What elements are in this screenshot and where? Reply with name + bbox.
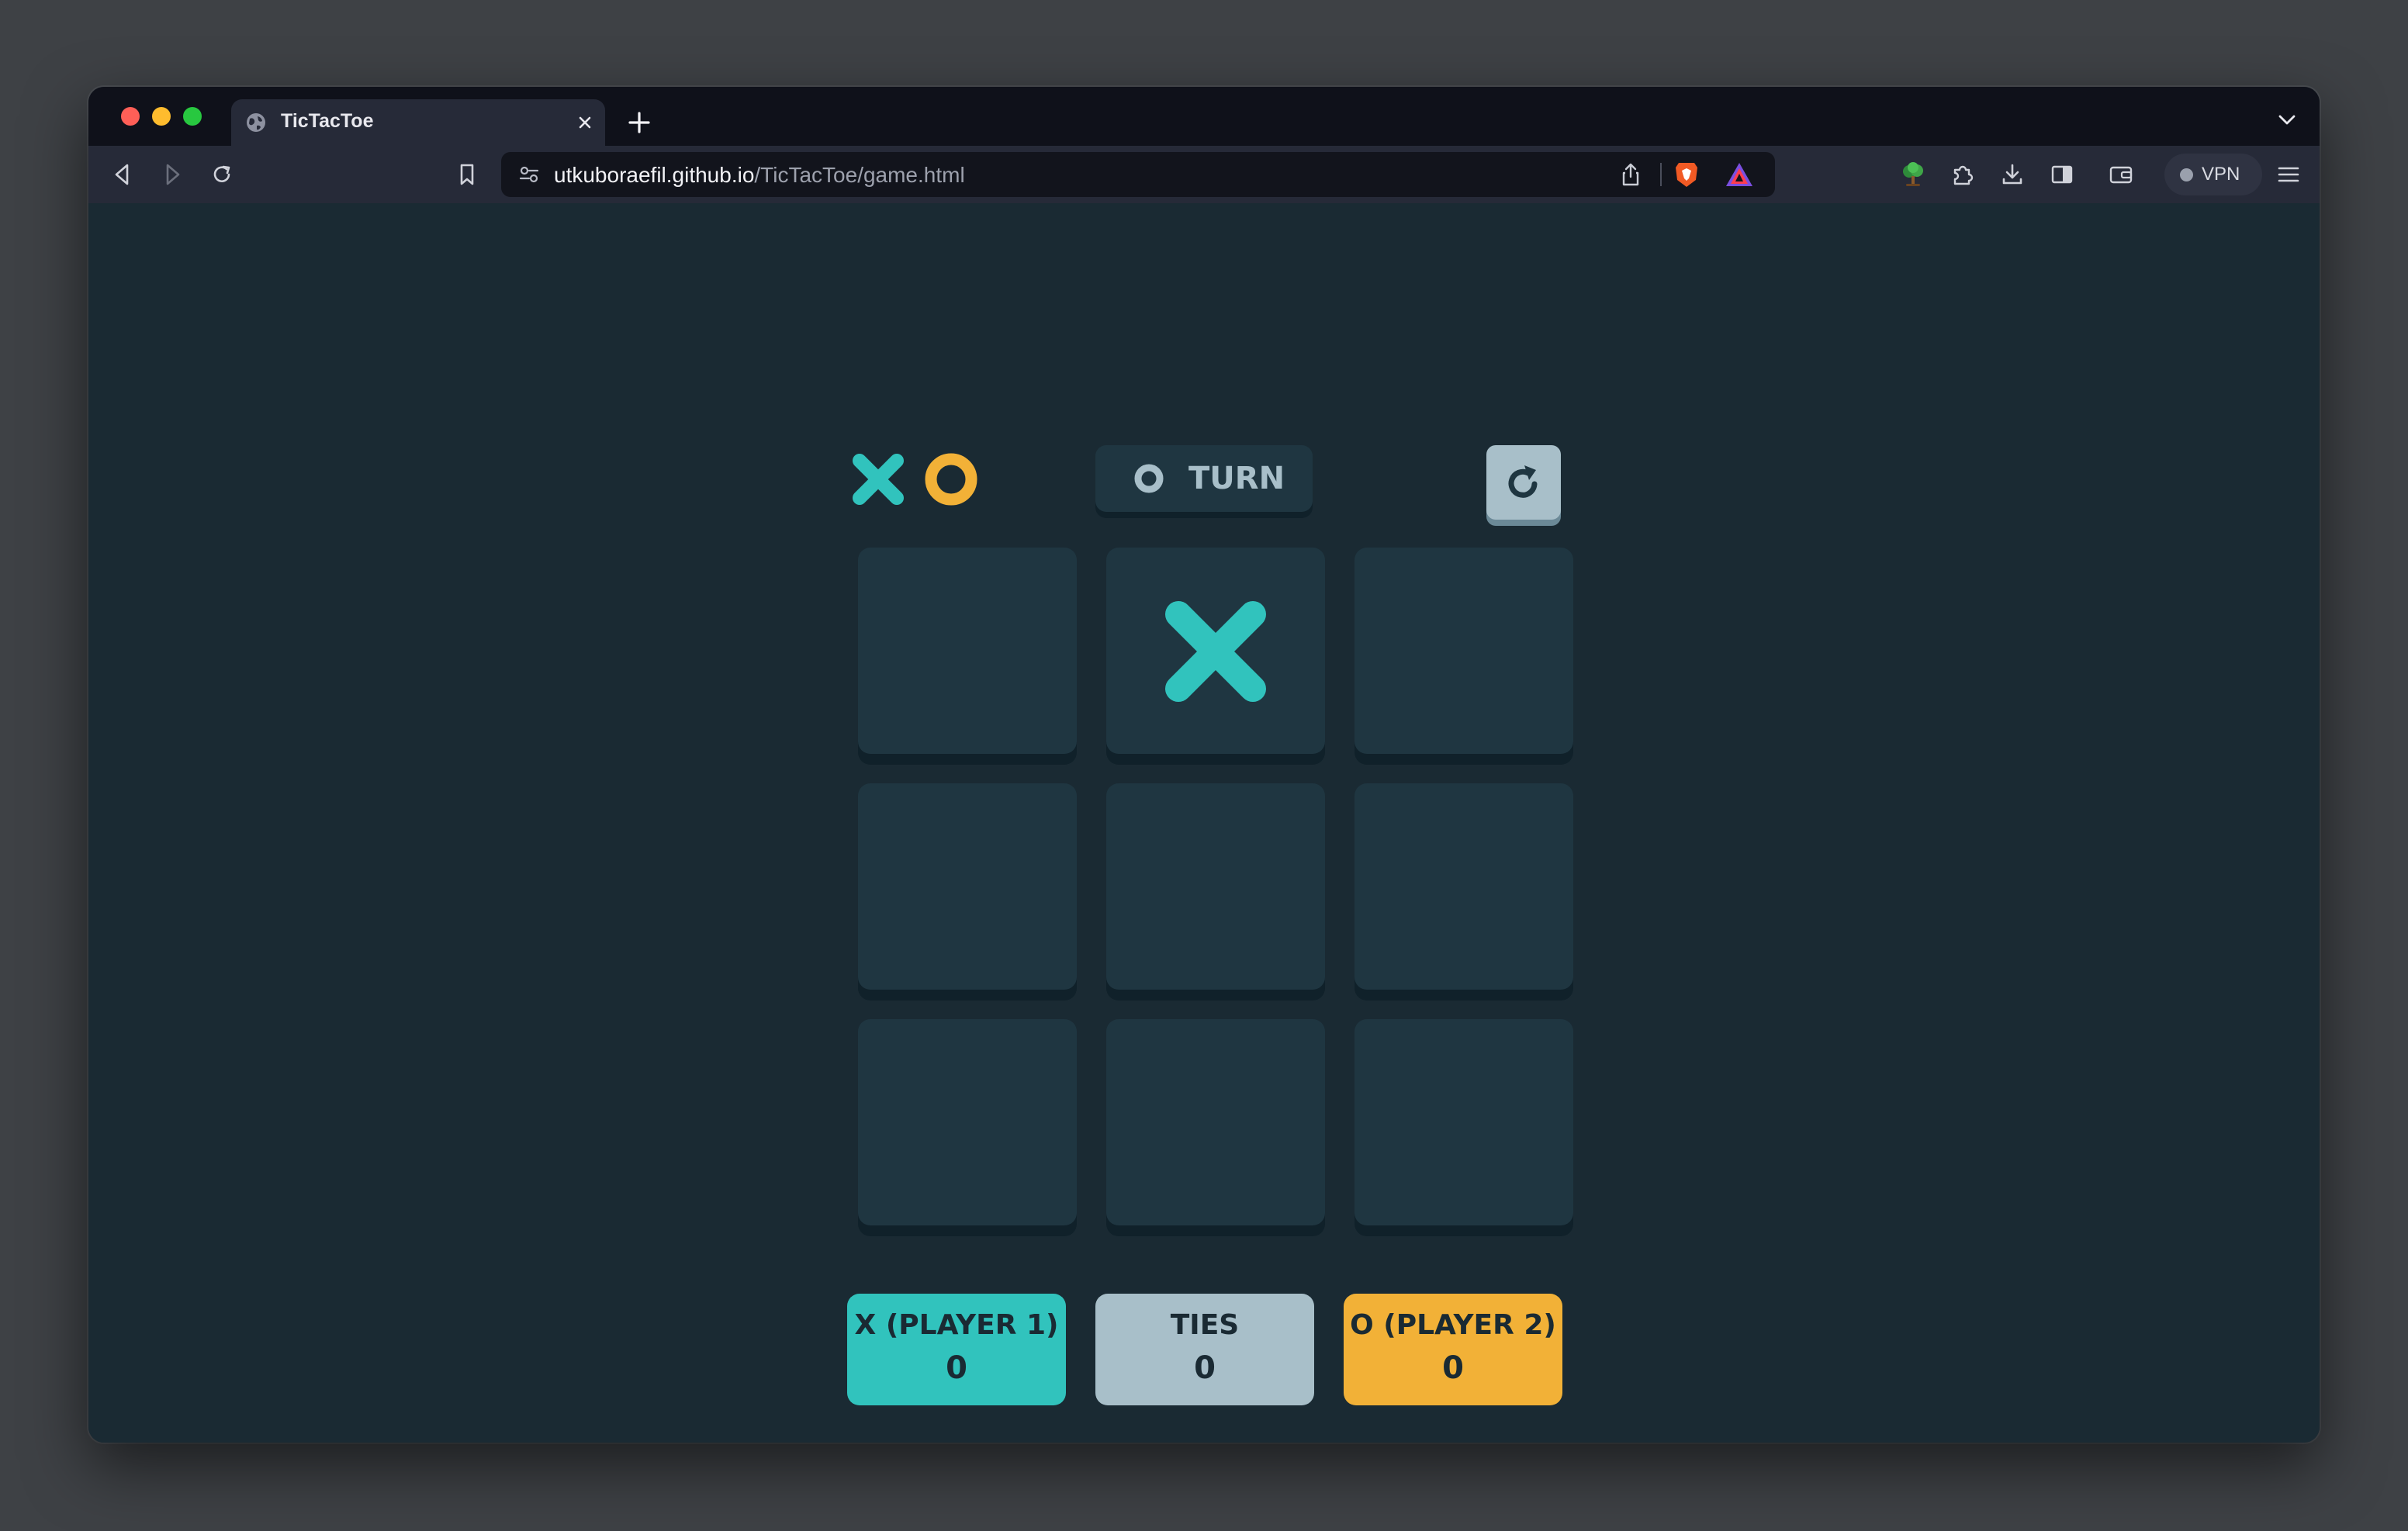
restart-button[interactable] (1486, 445, 1561, 520)
turn-label: TURN (1188, 461, 1285, 496)
minimize-window-button[interactable] (152, 107, 171, 126)
address-bar[interactable]: utkuboraefil.github.io/TicTacToe/game.ht… (501, 152, 1775, 197)
back-icon[interactable] (109, 161, 137, 188)
score-ties-label: TIES (1170, 1309, 1240, 1341)
board-cell-6[interactable] (1354, 783, 1573, 990)
board-cell-4[interactable] (858, 783, 1077, 990)
board-cell-2[interactable] (1106, 548, 1325, 754)
page-content: TURN X (PLAYER 1) 0 TIES 0 O (PLAYER 2) … (88, 203, 2320, 1443)
sidebar-toggle-icon[interactable] (2048, 161, 2076, 188)
board-cell-9[interactable] (1354, 1019, 1573, 1225)
tab-title: TicTacToe (281, 110, 374, 132)
turn-indicator: TURN (1095, 445, 1313, 512)
board-cell-8[interactable] (1106, 1019, 1325, 1225)
browser-window: TicTacToe utkuboraefil.github.io/TicTacT… (88, 87, 2320, 1443)
download-icon[interactable] (1998, 161, 2026, 188)
tab-bar: TicTacToe (88, 87, 2320, 146)
tab-tictactoe[interactable]: TicTacToe (231, 99, 605, 146)
board-cell-7[interactable] (858, 1019, 1077, 1225)
board-cell-5[interactable] (1106, 783, 1325, 990)
site-settings-icon[interactable] (518, 164, 540, 185)
xo-logo-icon (853, 453, 977, 506)
board-cell-3[interactable] (1354, 548, 1573, 754)
score-o-label: O (PLAYER 2) (1350, 1309, 1556, 1341)
board-cell-1[interactable] (858, 548, 1077, 754)
forward-icon[interactable] (158, 161, 186, 188)
restart-icon (1508, 465, 1538, 498)
score-ties: TIES 0 (1095, 1294, 1314, 1405)
extensions-puzzle-icon[interactable] (1949, 161, 1977, 188)
vpn-status-icon (2180, 168, 2193, 181)
menu-hamburger-icon[interactable] (2275, 161, 2302, 188)
brave-rewards-icon[interactable] (1724, 161, 1755, 188)
wallet-icon[interactable] (2107, 161, 2135, 188)
x-mark-icon (1165, 601, 1266, 702)
score-o-value: 0 (1442, 1350, 1464, 1386)
vpn-button[interactable]: VPN (2164, 154, 2262, 195)
zoom-window-button[interactable] (183, 107, 202, 126)
score-x-label: X (PLAYER 1) (854, 1309, 1059, 1341)
score-x-player1: X (PLAYER 1) 0 (847, 1294, 1066, 1405)
url-host: utkuboraefil.github.io (554, 163, 755, 187)
reload-icon[interactable] (208, 161, 236, 188)
game-logo (850, 453, 990, 512)
chevron-down-icon[interactable] (2276, 110, 2298, 129)
share-icon[interactable] (1618, 161, 1643, 188)
tree-extension-icon[interactable] (1899, 161, 1927, 188)
address-bar-divider (1660, 163, 1662, 186)
score-o-player2: O (PLAYER 2) 0 (1344, 1294, 1562, 1405)
navigation-toolbar: utkuboraefil.github.io/TicTacToe/game.ht… (88, 146, 2320, 203)
score-ties-value: 0 (1194, 1350, 1216, 1386)
globe-icon (247, 113, 265, 132)
vpn-label: VPN (2202, 164, 2240, 185)
o-mark-icon (1134, 464, 1164, 493)
new-tab-plus-icon[interactable] (624, 107, 655, 138)
bookmark-icon[interactable] (453, 161, 481, 188)
close-window-button[interactable] (121, 107, 140, 126)
brave-shields-icon[interactable] (1673, 160, 1700, 189)
score-x-value: 0 (946, 1350, 967, 1386)
close-tab-icon[interactable] (574, 112, 596, 133)
url-path: /TicTacToe/game.html (754, 163, 965, 187)
url-text[interactable]: utkuboraefil.github.io/TicTacToe/game.ht… (554, 163, 965, 188)
